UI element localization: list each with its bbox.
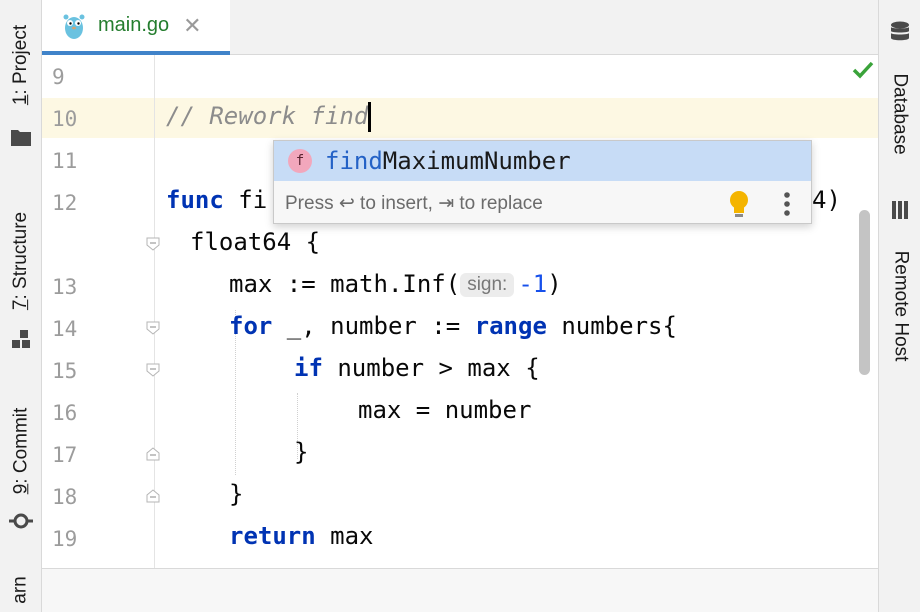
completion-popup: f findMaximumNumber Press ↩ to insert, ⇥…	[273, 140, 812, 224]
line-number: 15	[52, 359, 78, 383]
text-caret	[368, 102, 372, 132]
code-line-19: return max	[229, 522, 374, 550]
tool-tab-learn-label: arn	[10, 576, 31, 604]
code-text: )	[547, 270, 562, 298]
code-comment: // Rework find	[166, 102, 369, 130]
code-text: _, number :=	[272, 312, 475, 340]
code-line-18: }	[229, 480, 244, 508]
code-text: number > max {	[322, 354, 540, 382]
code-line-16: max = number	[358, 396, 532, 424]
line-number: 14	[52, 317, 78, 341]
close-icon[interactable]: ✕	[183, 13, 201, 39]
completion-footer: Press ↩ to insert, ⇥ to replace	[274, 181, 811, 225]
left-tool-strip: 1: Project 7: Structure 9: Commit arn	[0, 0, 42, 612]
vertical-scrollbar[interactable]	[859, 210, 870, 375]
more-options-icon[interactable]	[783, 191, 791, 217]
parameter-hint: sign:	[460, 273, 515, 297]
function-name: fi	[223, 186, 268, 214]
tool-tab-remote-host-label: Remote Host	[890, 250, 911, 362]
code-line-12: func fi	[166, 186, 267, 214]
database-icon	[891, 21, 909, 41]
gopher-icon	[63, 14, 85, 39]
tab-filename: main.go	[98, 14, 170, 36]
line-number: 17	[52, 443, 78, 467]
bottom-strip	[42, 568, 878, 612]
tool-tab-structure-label: 7: Structure	[10, 211, 32, 311]
fold-open-icon[interactable]	[146, 321, 160, 335]
line-number: 10	[52, 107, 78, 131]
check-icon[interactable]	[852, 61, 874, 79]
fold-close-icon[interactable]	[146, 447, 160, 461]
code-line-10: // Rework find	[166, 102, 372, 132]
code-text: max	[315, 522, 374, 550]
line-number: 11	[52, 149, 78, 173]
tool-tab-project[interactable]: 1: Project	[0, 10, 42, 150]
number-literal: -1	[518, 270, 548, 298]
code-line-13: max := math.Inf(sign: -1)	[229, 270, 562, 298]
code-line-12b: float64 {	[190, 228, 321, 256]
completion-hint-text: Press ↩ to insert, ⇥ to replace	[285, 192, 543, 214]
code-line-17: }	[294, 438, 309, 466]
keyword: return	[229, 522, 316, 550]
tool-tab-learn[interactable]: arn	[0, 565, 42, 612]
editor-tab-main-go[interactable]: main.go ✕	[42, 0, 230, 55]
keyword: range	[474, 312, 547, 340]
code-line-15: if number > max {	[294, 354, 540, 382]
completion-item-findmaximumnumber[interactable]: f findMaximumNumber	[274, 141, 811, 181]
keyword: if	[294, 354, 323, 382]
fold-close-icon[interactable]	[146, 489, 160, 503]
tool-tab-database[interactable]: Database	[879, 15, 920, 165]
code-line-12-tail: 4)	[812, 186, 841, 214]
keyword: for	[229, 312, 273, 340]
tool-tab-remote-host[interactable]: Remote Host	[879, 195, 920, 375]
fold-open-icon[interactable]	[146, 363, 160, 377]
server-icon	[892, 201, 908, 219]
commit-icon	[9, 513, 33, 529]
completion-match: find	[325, 147, 383, 175]
line-number: 13	[52, 275, 78, 299]
gutter: 9 10 11 12 13 14 15 16 17 18 19	[42, 55, 155, 568]
keyword: func	[166, 186, 224, 214]
fold-open-icon[interactable]	[146, 237, 160, 251]
function-icon: f	[288, 149, 312, 173]
tool-tab-project-label: 1: Project	[10, 24, 31, 106]
code-editor[interactable]: 9 10 11 12 13 14 15 16 17 18 19 // Rewor…	[42, 55, 878, 568]
line-number: 12	[52, 191, 78, 215]
tool-tab-structure[interactable]: 7: Structure	[0, 180, 42, 350]
line-number: 18	[52, 485, 78, 509]
structure-icon	[12, 330, 30, 348]
tool-tab-commit-label: 9: Commit	[10, 407, 32, 495]
code-text: numbers{	[546, 312, 677, 340]
tool-tab-commit[interactable]: 9: Commit	[0, 385, 42, 545]
line-number: 19	[52, 527, 78, 551]
line-number: 16	[52, 401, 78, 425]
lightbulb-icon[interactable]	[728, 190, 750, 218]
line-number: 9	[52, 65, 65, 89]
code-line-14: for _, number := range numbers{	[229, 312, 677, 340]
code-text: max := math.Inf(	[229, 270, 461, 298]
tool-tab-database-label: Database	[890, 73, 911, 155]
editor-tab-bar: main.go ✕	[42, 0, 878, 55]
completion-rest: MaximumNumber	[382, 147, 571, 175]
right-tool-strip: Database Remote Host	[878, 0, 920, 612]
folder-icon	[11, 130, 31, 146]
completion-item-label: findMaximumNumber	[325, 147, 571, 175]
